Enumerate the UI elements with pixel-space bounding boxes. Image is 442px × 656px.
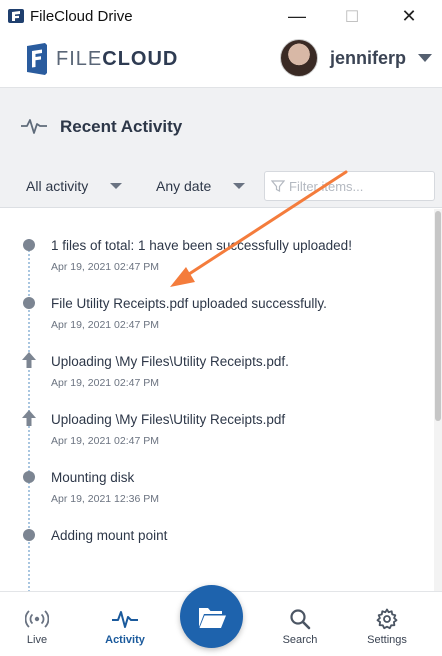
chevron-down-icon: [110, 183, 123, 189]
open-folder-button[interactable]: [180, 585, 243, 648]
dot-icon: [23, 297, 35, 309]
list-item[interactable]: File Utility Receipts.pdf uploaded succe…: [0, 273, 434, 331]
chevron-down-icon[interactable]: [418, 54, 432, 62]
filter-box[interactable]: [264, 171, 435, 201]
dot-icon: [23, 471, 35, 483]
title-bar: FileCloud Drive — ☐ ✕: [0, 0, 442, 33]
funnel-icon: [271, 180, 285, 192]
gear-icon: [376, 608, 398, 630]
list-item[interactable]: Adding mount point: [0, 505, 434, 563]
nav-live[interactable]: Live: [0, 608, 77, 646]
section-header: Recent Activity: [0, 87, 442, 164]
minimize-button[interactable]: —: [275, 0, 319, 33]
maximize-icon: ☐: [344, 8, 360, 26]
activity-time: Apr 19, 2021 12:36 PM: [51, 493, 159, 505]
date-range-dropdown[interactable]: Any date: [156, 178, 246, 194]
activity-list[interactable]: 1 files of total: 1 have been successful…: [0, 209, 434, 591]
nav-activity-label: Activity: [105, 634, 145, 646]
search-icon: [290, 609, 311, 630]
list-item[interactable]: 1 files of total: 1 have been successful…: [0, 215, 434, 273]
close-button[interactable]: ✕: [387, 0, 431, 33]
list-item[interactable]: Uploading \My Files\Utility Receipts.pdf…: [0, 389, 434, 447]
broadcast-icon: [25, 610, 49, 628]
logo-text-bold: CLOUD: [102, 47, 179, 70]
maximize-button[interactable]: ☐: [330, 0, 374, 33]
chevron-down-icon: [233, 183, 246, 189]
user-menu[interactable]: jenniferp: [279, 39, 432, 77]
activity-pulse-icon: [112, 611, 138, 628]
upload-arrow-icon: [22, 410, 36, 426]
window-title: FileCloud Drive: [30, 8, 133, 25]
nav-settings[interactable]: Settings: [347, 608, 427, 646]
scrollbar-thumb[interactable]: [435, 211, 441, 421]
close-icon: ✕: [401, 6, 417, 26]
filecloud-app-icon: [8, 9, 24, 23]
nav-activity[interactable]: Activity: [85, 608, 165, 646]
nav-search[interactable]: Search: [260, 608, 340, 646]
activity-type-dropdown[interactable]: All activity: [26, 178, 123, 194]
activity-message: Adding mount point: [51, 528, 168, 543]
activity-message: File Utility Receipts.pdf uploaded succe…: [51, 296, 327, 311]
filecloud-logo: FILECLOUD: [24, 42, 178, 76]
activity-time: Apr 19, 2021 02:47 PM: [51, 319, 159, 331]
page-title: Recent Activity: [60, 117, 183, 136]
logo-text-light: FILE: [56, 47, 103, 70]
activity-time: Apr 19, 2021 02:47 PM: [51, 377, 159, 389]
avatar[interactable]: [279, 39, 318, 77]
date-range-label: Any date: [156, 178, 212, 194]
username[interactable]: jenniferp: [330, 48, 406, 69]
list-item[interactable]: Uploading \My Files\Utility Receipts.pdf…: [0, 331, 434, 389]
app-header: FILECLOUD jenniferp: [0, 33, 442, 87]
minimize-icon: —: [288, 6, 306, 26]
filter-bar: All activity Any date: [0, 164, 442, 208]
activity-type-label: All activity: [26, 178, 89, 194]
activity-time: Apr 19, 2021 02:47 PM: [51, 261, 159, 273]
activity-message: Uploading \My Files\Utility Receipts.pdf: [51, 412, 286, 427]
scrollbar[interactable]: [434, 209, 442, 591]
activity-pulse-icon: [21, 119, 47, 134]
nav-settings-label: Settings: [367, 634, 407, 646]
nav-search-label: Search: [282, 634, 318, 646]
list-item[interactable]: Mounting disk Apr 19, 2021 12:36 PM: [0, 447, 434, 505]
folder-open-icon: [198, 607, 226, 628]
dot-icon: [23, 239, 35, 251]
dot-icon: [23, 529, 35, 541]
activity-message: Mounting disk: [51, 470, 135, 485]
filter-items-input[interactable]: [289, 178, 429, 194]
filecloud-logo-icon: [27, 43, 47, 75]
activity-message: Uploading \My Files\Utility Receipts.pdf…: [51, 354, 289, 369]
activity-time: Apr 19, 2021 02:47 PM: [51, 435, 159, 447]
upload-arrow-icon: [22, 352, 36, 368]
activity-message: 1 files of total: 1 have been successful…: [51, 238, 352, 253]
nav-live-label: Live: [26, 634, 48, 646]
